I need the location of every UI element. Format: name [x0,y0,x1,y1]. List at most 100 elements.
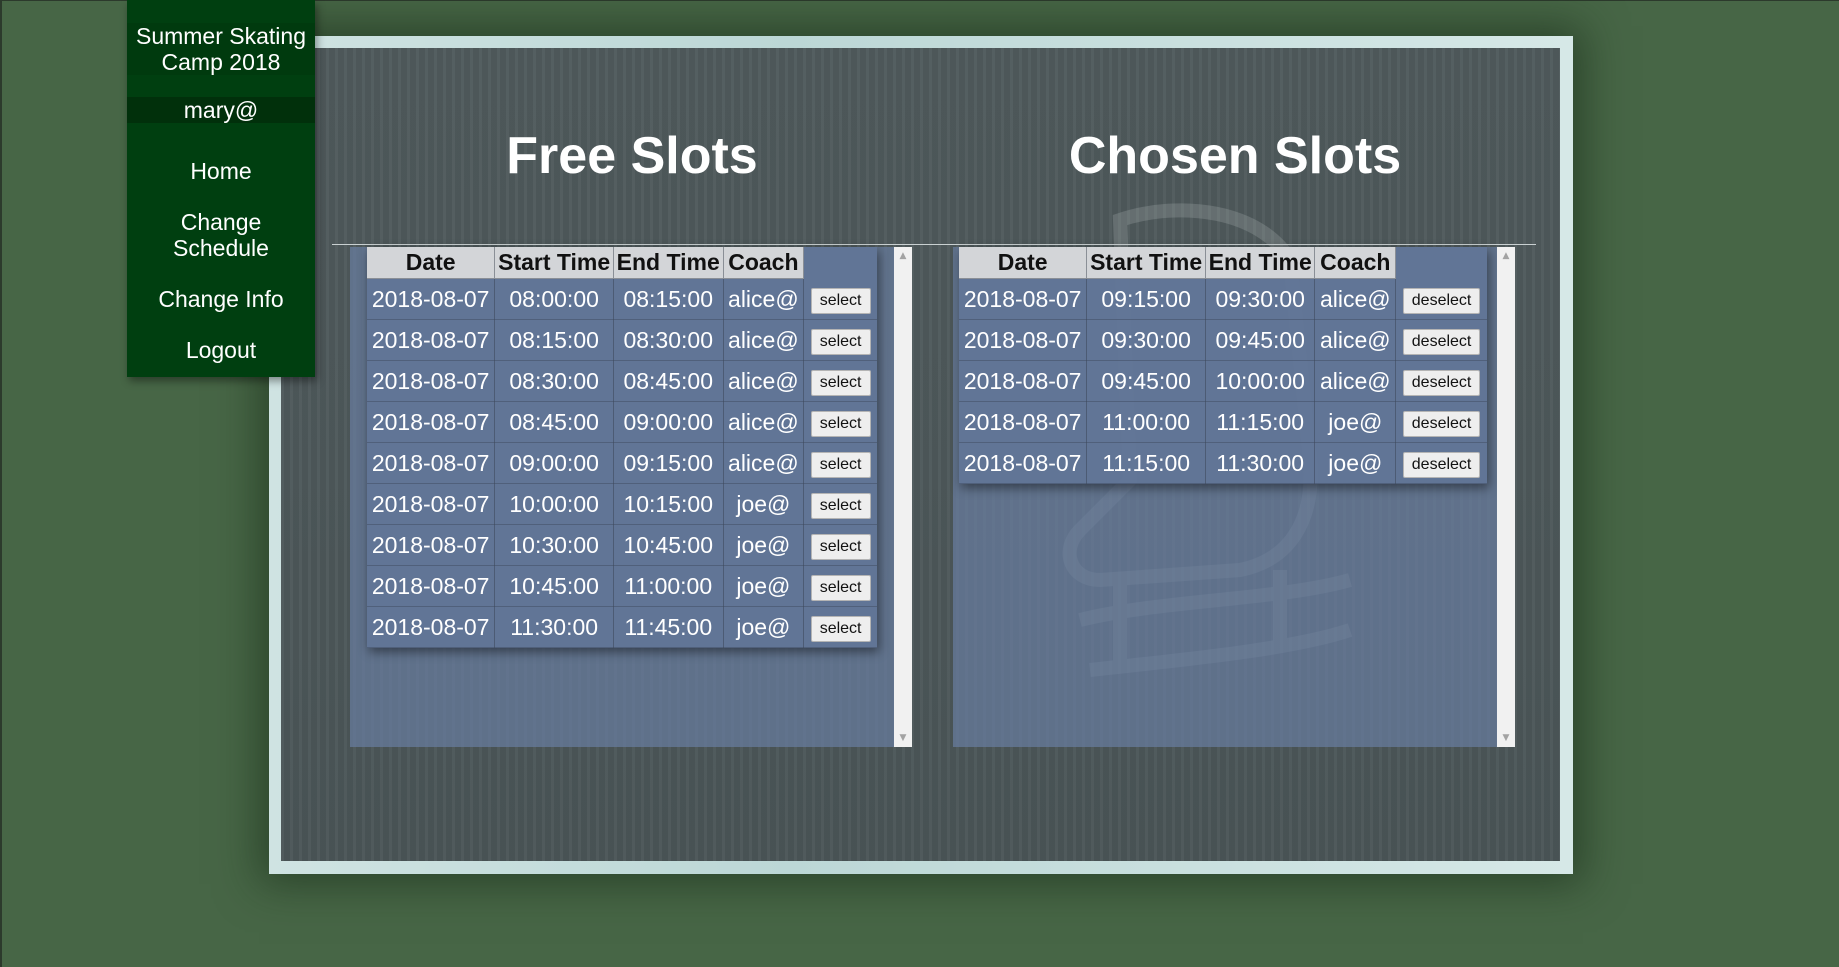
cell-action: select [803,483,877,525]
scroll-up-arrow-icon[interactable]: ▲ [894,247,912,265]
cell-coach: alice@ [723,401,805,443]
table-row: 2018-08-07 08:00:00 08:15:00 alice@ sele… [367,278,877,320]
cell-end-time: 11:30:00 [1205,442,1316,484]
app-title: Summer Skating Camp 2018 [127,23,315,75]
table-row: 2018-08-07 09:15:00 09:30:00 alice@ dese… [959,278,1487,320]
cell-date: 2018-08-07 [959,278,1088,320]
table-header-row: Date Start Time End Time Coach [367,247,877,279]
cell-action: select [803,278,877,320]
cell-start-time: 08:00:00 [494,278,614,320]
cell-date: 2018-08-07 [367,483,496,525]
table-row: 2018-08-07 08:30:00 08:45:00 alice@ sele… [367,360,877,402]
table-row: 2018-08-07 09:00:00 09:15:00 alice@ sele… [367,442,877,484]
cell-end-time: 09:15:00 [613,442,724,484]
cell-start-time: 11:00:00 [1086,401,1206,443]
cell-action: deselect [1395,319,1487,361]
select-button[interactable]: select [810,493,871,519]
cell-end-time: 10:00:00 [1205,360,1316,402]
cell-coach: alice@ [723,319,805,361]
chosen-slots-scroll-panel[interactable]: Date Start Time End Time Coach 2018-08-0… [953,247,1515,747]
cell-end-time: 11:00:00 [613,565,724,607]
cell-coach: joe@ [1314,401,1397,443]
deselect-button[interactable]: deselect [1402,370,1481,396]
nav-change-info[interactable]: Change Info [127,286,315,312]
table-row: 2018-08-07 10:45:00 11:00:00 joe@ select [367,565,877,607]
nav-change-schedule-line-2: Schedule [173,235,269,261]
column-header-coach[interactable]: Coach [723,247,805,279]
deselect-button[interactable]: deselect [1402,411,1481,437]
cell-coach: alice@ [723,278,805,320]
column-header-start-time[interactable]: Start Time [494,247,614,279]
cell-end-time: 10:45:00 [613,524,724,566]
scroll-down-arrow-icon[interactable]: ▼ [894,729,912,747]
column-header-end-time[interactable]: End Time [613,247,724,279]
table-row: 2018-08-07 11:00:00 11:15:00 joe@ desele… [959,401,1487,443]
cell-start-time: 10:30:00 [494,524,614,566]
table-row: 2018-08-07 11:30:00 11:45:00 joe@ select [367,606,877,648]
nav-home[interactable]: Home [127,158,315,184]
select-button[interactable]: select [810,534,871,560]
cell-coach: alice@ [723,442,805,484]
nav-logout[interactable]: Logout [127,337,315,363]
table-row: 2018-08-07 08:15:00 08:30:00 alice@ sele… [367,319,877,361]
cell-date: 2018-08-07 [959,442,1088,484]
cell-coach: alice@ [1314,360,1397,402]
cell-coach: joe@ [723,524,805,566]
cell-end-time: 11:15:00 [1205,401,1316,443]
cell-date: 2018-08-07 [959,401,1088,443]
cell-end-time: 09:30:00 [1205,278,1316,320]
scroll-down-arrow-icon[interactable]: ▼ [1497,729,1515,747]
cell-coach: alice@ [1314,319,1397,361]
free-slots-scroll-panel[interactable]: Date Start Time End Time Coach 2018-08-0… [350,247,912,747]
cell-end-time: 08:45:00 [613,360,724,402]
table-row: 2018-08-07 09:45:00 10:00:00 alice@ dese… [959,360,1487,402]
column-header-date[interactable]: Date [959,247,1088,279]
select-button[interactable]: select [810,575,871,601]
cell-date: 2018-08-07 [367,278,496,320]
cell-coach: joe@ [723,483,805,525]
column-header-date[interactable]: Date [367,247,496,279]
cell-coach: alice@ [1314,278,1397,320]
select-button[interactable]: select [810,370,871,396]
chosen-slots-heading: Chosen Slots [1068,127,1402,185]
select-button[interactable]: select [810,411,871,437]
scroll-up-arrow-icon[interactable]: ▲ [1497,247,1515,265]
cell-action: deselect [1395,442,1487,484]
select-button[interactable]: select [810,616,871,642]
cell-start-time: 11:30:00 [494,606,614,648]
cell-start-time: 10:00:00 [494,483,614,525]
select-button[interactable]: select [810,452,871,478]
deselect-button[interactable]: deselect [1402,287,1481,314]
cell-coach: joe@ [723,565,805,607]
cell-coach: joe@ [1314,442,1397,484]
window-left-edge [0,0,2,967]
cell-date: 2018-08-07 [959,319,1088,361]
cell-action: deselect [1395,278,1487,320]
deselect-button[interactable]: deselect [1402,329,1481,355]
table-header-row: Date Start Time End Time Coach [959,247,1487,279]
cell-date: 2018-08-07 [367,401,496,443]
chosen-slots-table: Date Start Time End Time Coach 2018-08-0… [959,247,1487,484]
cell-end-time: 09:45:00 [1205,319,1316,361]
nav-change-schedule[interactable]: Change Schedule [127,209,315,261]
chosen-slots-scrollbar[interactable]: ▲ ▼ [1497,247,1515,747]
cell-start-time: 09:30:00 [1086,319,1206,361]
table-row: 2018-08-07 09:30:00 09:45:00 alice@ dese… [959,319,1487,361]
free-slots-scrollbar[interactable]: ▲ ▼ [894,247,912,747]
cell-action: select [803,606,877,648]
heading-divider [332,244,1536,245]
column-header-action [804,247,877,279]
column-header-start-time[interactable]: Start Time [1086,247,1206,279]
select-button[interactable]: select [810,287,871,314]
select-button[interactable]: select [810,329,871,355]
cell-action: select [803,401,877,443]
cell-date: 2018-08-07 [959,360,1088,402]
deselect-button[interactable]: deselect [1402,452,1481,478]
column-header-coach[interactable]: Coach [1314,247,1397,279]
cell-action: deselect [1395,401,1487,443]
cell-action: select [803,565,877,607]
cell-end-time: 08:30:00 [613,319,724,361]
free-slots-heading: Free Slots [506,127,758,185]
cell-action: select [803,360,877,402]
column-header-end-time[interactable]: End Time [1205,247,1316,279]
